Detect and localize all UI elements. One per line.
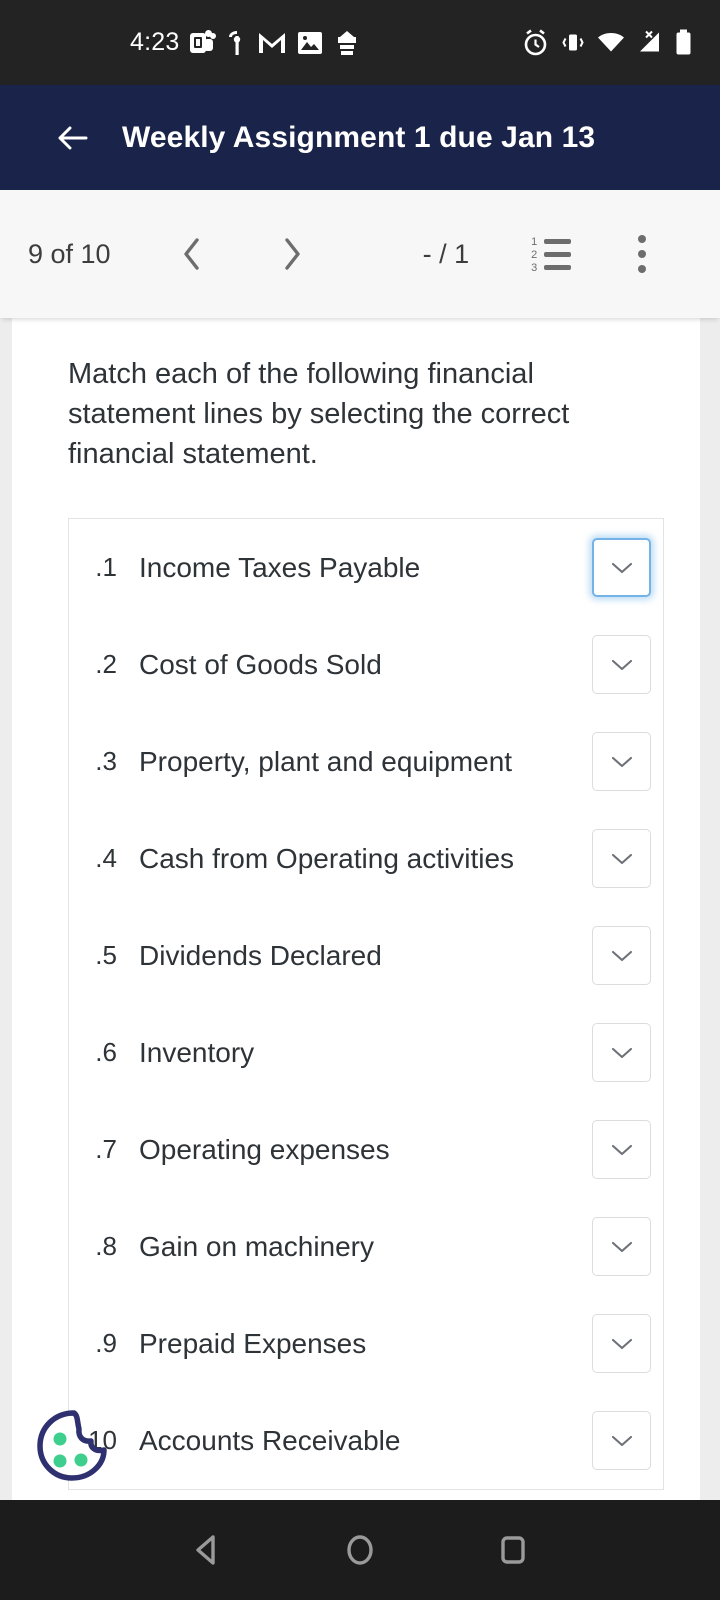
matching-row-dropdown[interactable] bbox=[592, 732, 651, 792]
battery-icon bbox=[676, 29, 691, 55]
matching-row: 6. Inventory bbox=[69, 1004, 663, 1101]
matching-row-dropdown[interactable] bbox=[592, 1411, 651, 1471]
matching-row-number: 6. bbox=[95, 1037, 117, 1068]
matching-row-label: Inventory bbox=[139, 1036, 255, 1068]
matching-row-label: Income Taxes Payable bbox=[139, 551, 421, 583]
app-bar: Weekly Assignment 1 due Jan 13 bbox=[0, 85, 720, 190]
question-card: Match each of the following financial st… bbox=[12, 318, 700, 1500]
back-triangle-icon bbox=[195, 1535, 215, 1565]
chevron-down-icon bbox=[611, 756, 632, 767]
toolbar-actions: 1 2 3 bbox=[531, 235, 659, 274]
matching-row-dropdown[interactable] bbox=[592, 538, 651, 598]
alarm-icon bbox=[524, 29, 547, 55]
question-prompt: Match each of the following financial st… bbox=[68, 358, 570, 471]
matching-row-number: 1. bbox=[95, 552, 117, 583]
matching-row-dropdown[interactable] bbox=[592, 1120, 651, 1180]
list-num-1: 1 bbox=[531, 236, 538, 248]
chevron-down-icon bbox=[611, 659, 632, 670]
chevron-down-icon bbox=[611, 1047, 632, 1058]
wifi-icon bbox=[598, 33, 624, 52]
chevron-down-icon bbox=[611, 1338, 632, 1349]
cellular-no-sim-icon bbox=[640, 30, 659, 52]
back-button[interactable] bbox=[52, 117, 94, 159]
chevron-right-icon bbox=[284, 238, 300, 270]
matching-row-label: Property, plant and equipment bbox=[139, 745, 513, 777]
vibrate-icon bbox=[562, 34, 584, 51]
matching-row-number: 3. bbox=[95, 746, 117, 777]
chevron-down-icon bbox=[611, 853, 632, 864]
nav-back-button[interactable] bbox=[180, 1523, 234, 1577]
kebab-dot bbox=[638, 265, 647, 273]
status-bar: 4:23 bbox=[0, 0, 720, 85]
status-bar-left: 4:23 bbox=[130, 28, 360, 57]
matching-row-number: 7. bbox=[95, 1134, 117, 1165]
matching-row-label: Cash from Operating activities bbox=[139, 842, 515, 874]
matching-row-label: Gain on machinery bbox=[139, 1230, 375, 1262]
matching-row-number: 8. bbox=[95, 1231, 117, 1262]
app-icon bbox=[338, 30, 357, 55]
quiz-toolbar: 9 of 10 - / 1 1 2 3 bbox=[0, 190, 720, 318]
recents-square-icon bbox=[501, 1536, 526, 1564]
matching-row-dropdown[interactable] bbox=[592, 635, 651, 695]
question-progress: 9 of 10 bbox=[28, 238, 111, 269]
matching-row-label: Dividends Declared bbox=[139, 939, 382, 971]
matching-row: 8. Gain on machinery bbox=[69, 1198, 663, 1295]
chevron-down-icon bbox=[611, 1241, 632, 1252]
question-score: - / 1 bbox=[422, 238, 470, 269]
phone-screen: 4:23 Weekly Assignment 1 due Jan 13 9 of… bbox=[0, 0, 720, 1600]
list-num-3: 3 bbox=[531, 262, 538, 274]
matching-row-dropdown[interactable] bbox=[592, 1217, 651, 1277]
question-list-button[interactable]: 1 2 3 bbox=[531, 236, 572, 274]
matching-row: 4. Cash from Operating activities bbox=[69, 810, 663, 907]
matching-row: 7. Operating expenses bbox=[69, 1101, 663, 1198]
matching-row: 5. Dividends Declared bbox=[69, 907, 663, 1004]
home-circle-icon bbox=[347, 1535, 373, 1565]
nav-home-button[interactable] bbox=[333, 1523, 387, 1577]
back-arrow-icon bbox=[58, 126, 88, 149]
list-num-2: 2 bbox=[531, 249, 538, 261]
matching-row-dropdown[interactable] bbox=[592, 829, 651, 889]
photos-icon bbox=[298, 31, 323, 54]
cookie-consent-icon[interactable] bbox=[34, 1408, 112, 1482]
nav-recents-button[interactable] bbox=[486, 1523, 540, 1577]
chevron-left-icon bbox=[183, 238, 199, 270]
matching-row: 3. Property, plant and equipment bbox=[69, 713, 663, 810]
android-nav-bar bbox=[0, 1500, 720, 1600]
matching-row-number: 2. bbox=[95, 649, 117, 680]
page-title: Weekly Assignment 1 due Jan 13 bbox=[122, 120, 596, 154]
kebab-dot bbox=[638, 235, 647, 243]
matching-row: 2. Cost of Goods Sold bbox=[69, 616, 663, 713]
matching-row: 10.Accounts Receivable bbox=[69, 1392, 663, 1489]
more-options-button[interactable] bbox=[625, 235, 659, 273]
matching-row: 1. Income Taxes Payable bbox=[69, 519, 663, 616]
matching-row-number: 9. bbox=[95, 1328, 117, 1359]
matching-row-label: Accounts Receivable bbox=[139, 1424, 401, 1456]
gmail-icon bbox=[259, 32, 286, 53]
matching-row-number: 4. bbox=[95, 843, 117, 874]
kebab-dot bbox=[638, 250, 647, 258]
teams-icon bbox=[190, 29, 217, 56]
question-nav bbox=[169, 231, 315, 277]
matching-row-dropdown[interactable] bbox=[592, 926, 651, 986]
status-bar-clock: 4:23 bbox=[130, 28, 180, 56]
prev-question-button[interactable] bbox=[169, 231, 215, 277]
chevron-down-icon bbox=[611, 1435, 632, 1446]
matching-row-label: Prepaid Expenses bbox=[139, 1327, 367, 1359]
matching-row-number: 5. bbox=[95, 940, 117, 971]
matching-row-dropdown[interactable] bbox=[592, 1314, 651, 1374]
status-bar-right bbox=[522, 29, 692, 56]
chevron-down-icon bbox=[611, 562, 632, 573]
content-scroll-area[interactable]: Match each of the following financial st… bbox=[0, 318, 720, 1500]
chevron-down-icon bbox=[611, 1144, 632, 1155]
matching-row: 9. Prepaid Expenses bbox=[69, 1295, 663, 1392]
next-question-button[interactable] bbox=[269, 231, 315, 277]
chevron-down-icon bbox=[611, 950, 632, 961]
matching-row-dropdown[interactable] bbox=[592, 1023, 651, 1083]
pin-info-icon bbox=[229, 30, 241, 55]
matching-row-label: Cost of Goods Sold bbox=[139, 648, 382, 680]
matching-list: 1. Income Taxes Payable 2. Cost of Goods So… bbox=[68, 518, 664, 1491]
matching-row-label: Operating expenses bbox=[139, 1133, 390, 1165]
